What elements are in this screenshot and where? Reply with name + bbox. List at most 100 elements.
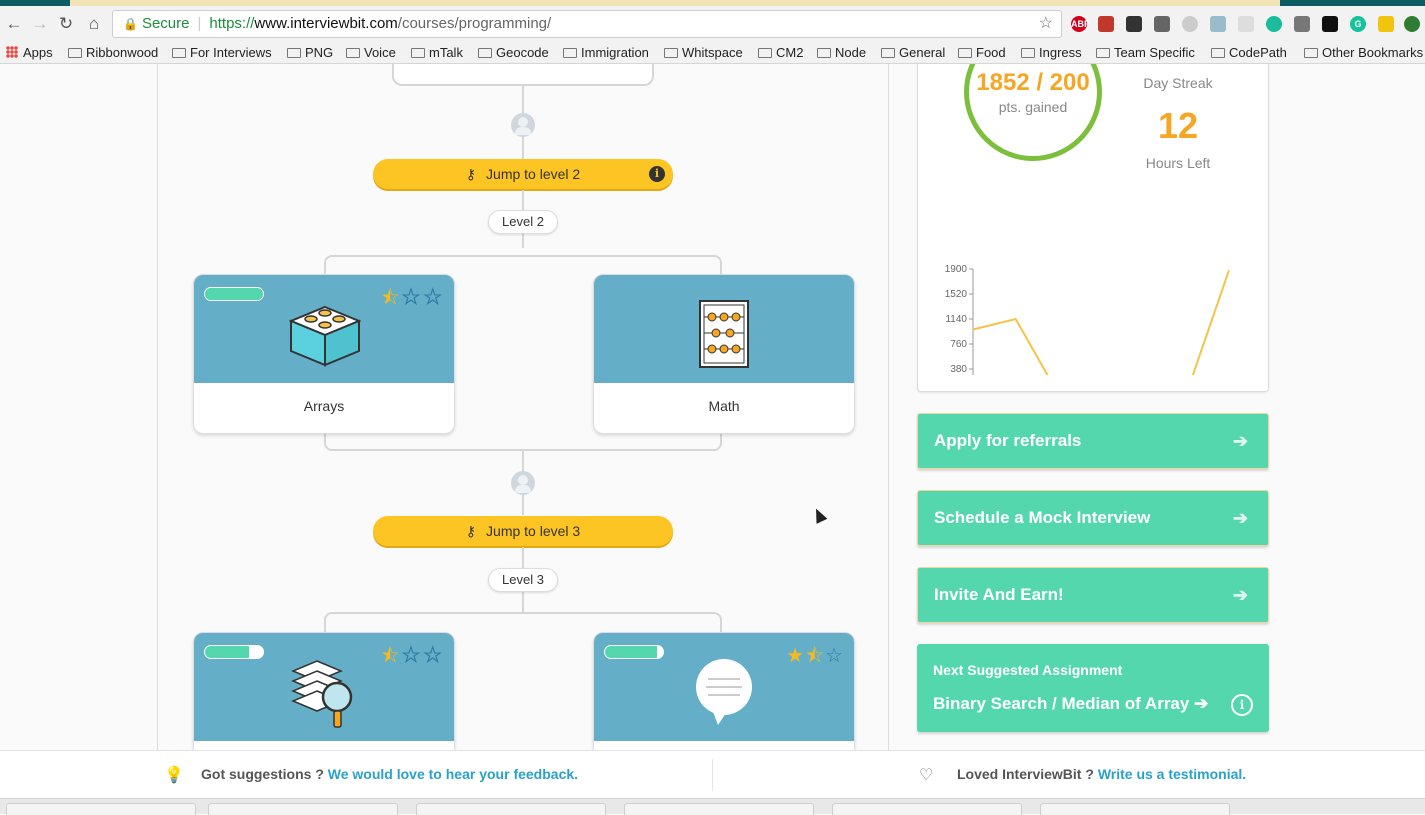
apply-referrals-button[interactable]: Apply for referrals ➔: [917, 413, 1269, 469]
forward-icon[interactable]: →: [30, 14, 50, 34]
empty-star-icon: ☆: [825, 645, 844, 667]
card-label: Arrays: [303, 398, 345, 414]
arrow-right-icon: ➔: [1232, 585, 1248, 605]
bookmark-png[interactable]: PNG: [287, 44, 333, 62]
bookmark-apps[interactable]: Apps: [6, 44, 53, 62]
bookmark-cm2[interactable]: CM2: [758, 44, 803, 62]
grammarly-icon[interactable]: G: [1350, 16, 1366, 32]
extension-grey-icon[interactable]: [1182, 16, 1198, 32]
feedback-footer: 💡 Got suggestions ? We would love to hea…: [0, 750, 1425, 798]
download-item[interactable]: [416, 803, 606, 815]
dropbox-icon[interactable]: [1210, 16, 1226, 32]
extension-dark-icon[interactable]: [1322, 16, 1338, 32]
bookmark-ribbonwood[interactable]: Ribbonwood: [68, 44, 158, 62]
progress-bar: [604, 645, 664, 659]
bookmark-other[interactable]: Other Bookmarks: [1304, 44, 1423, 62]
bookmark-for-interviews[interactable]: For Interviews: [172, 44, 272, 62]
chart-series: [972, 269, 1230, 375]
download-item[interactable]: [832, 803, 1022, 815]
extension-b-icon[interactable]: [1238, 16, 1254, 32]
bookmark-label: For Interviews: [190, 45, 272, 60]
bookmark-label: Immigration: [581, 45, 649, 60]
bookmark-node[interactable]: Node: [817, 44, 866, 62]
download-item[interactable]: [1040, 803, 1230, 815]
download-item[interactable]: [208, 803, 398, 815]
bookmark-ingress[interactable]: Ingress: [1021, 44, 1082, 62]
bookmarks-bar: Apps Ribbonwood For Interviews PNG Voice…: [0, 42, 1425, 64]
back-icon[interactable]: ←: [4, 14, 24, 34]
url-scheme: https://: [209, 15, 255, 32]
extension-m-icon[interactable]: [1266, 16, 1282, 32]
bookmark-star-icon[interactable]: ☆: [1039, 11, 1053, 37]
invite-and-earn-button[interactable]: Invite And Earn! ➔: [917, 567, 1269, 623]
half-star-icon: ⯪: [380, 287, 401, 309]
extension-green-icon[interactable]: [1404, 16, 1420, 32]
bookmark-immigration[interactable]: Immigration: [563, 44, 649, 62]
button-label: Invite And Earn!: [934, 585, 1064, 604]
qr-code-icon[interactable]: [1154, 16, 1170, 32]
testimonial-prompt: Loved InterviewBit ? Write us a testimon…: [957, 766, 1246, 782]
download-item[interactable]: [624, 803, 814, 815]
bookmark-voice[interactable]: Voice: [346, 44, 396, 62]
empty-star-icon: ☆: [422, 645, 444, 667]
folder-icon: [346, 48, 360, 58]
star-rating: ⯪☆☆: [381, 641, 444, 675]
bookmark-whitspace[interactable]: Whitspace: [664, 44, 743, 62]
bookmark-food[interactable]: Food: [958, 44, 1006, 62]
next-suggested-assignment[interactable]: Next Suggested Assignment Binary Search …: [917, 644, 1269, 732]
card-label: Math: [708, 398, 740, 414]
bookmark-label: PNG: [305, 45, 334, 60]
card-header: ⯪☆☆: [194, 275, 454, 383]
lightbulb-icon: 💡: [164, 767, 184, 784]
progress-fill: [605, 646, 658, 658]
bookmark-team-specific[interactable]: Team Specific: [1096, 44, 1195, 62]
star-rating: ★⯪☆: [786, 641, 844, 675]
evernote-icon[interactable]: [1126, 16, 1142, 32]
info-icon[interactable]: i: [649, 166, 665, 182]
bookmark-label: Node: [835, 45, 867, 60]
home-icon[interactable]: ⌂: [84, 14, 104, 34]
topic-card-arrays[interactable]: ⯪☆☆ Arrays: [193, 274, 455, 434]
topic-card-strings[interactable]: ★⯪☆: [593, 632, 855, 750]
extension-box-icon[interactable]: [1294, 16, 1310, 32]
folder-icon: [478, 48, 492, 58]
address-bar[interactable]: 🔒 Secure | https://www.interviewbit.com/cou…: [112, 10, 1062, 38]
suggestion-heading: Next Suggested Assignment: [933, 662, 1123, 678]
level-2-label: Level 2: [488, 210, 558, 234]
testimonial-link[interactable]: Write us a testimonial.: [1098, 766, 1246, 782]
topic-card-searching[interactable]: ⯪☆☆: [193, 632, 455, 750]
adblock-icon[interactable]: ABP: [1071, 16, 1090, 32]
lock-icon: 🔒: [123, 17, 138, 31]
key-icon: ⚷: [465, 166, 477, 182]
info-icon[interactable]: i: [1231, 694, 1253, 716]
bookmark-general[interactable]: General: [881, 44, 945, 62]
y-tick-label: 1140: [945, 314, 967, 325]
chart-ticks: 1900152011407603800SunMonTueWedThuFriSat: [945, 264, 973, 375]
progress-bar: [204, 287, 264, 301]
folder-icon: [1096, 48, 1110, 58]
half-star-icon: ⯪: [380, 645, 401, 667]
bookmark-geocode[interactable]: Geocode: [478, 44, 549, 62]
jump-to-level-2-button[interactable]: ⚷ Jump to level 2 i: [373, 159, 673, 189]
bookmark-mtalk[interactable]: mTalk: [411, 44, 463, 62]
schedule-mock-interview-button[interactable]: Schedule a Mock Interview ➔: [917, 490, 1269, 546]
arrow-right-icon: ➔: [1232, 431, 1248, 451]
reload-icon[interactable]: ↻: [56, 14, 76, 34]
full-star-icon: ★: [786, 645, 806, 667]
extension-red-icon[interactable]: [1098, 16, 1114, 32]
feedback-link[interactable]: We would love to hear your feedback.: [328, 766, 578, 782]
topic-card-math[interactable]: Math: [593, 274, 855, 434]
extension-j-icon[interactable]: [1378, 16, 1394, 32]
folder-icon: [958, 48, 972, 58]
level-3-label: Level 3: [488, 568, 558, 592]
suggestion-title[interactable]: Binary Search / Median of Array ➔: [933, 694, 1208, 714]
folder-icon: [1021, 48, 1035, 58]
star-rating: ⯪☆☆: [381, 283, 444, 317]
download-item[interactable]: [6, 803, 196, 815]
bookmark-label: mTalk: [429, 45, 463, 60]
bookmark-codepath[interactable]: CodePath: [1211, 44, 1287, 62]
bookmark-label: Voice: [364, 45, 396, 60]
bookmark-label: Food: [976, 45, 1006, 60]
jump-to-level-3-button[interactable]: ⚷ Jump to level 3: [373, 516, 673, 546]
url-host: www.interviewbit.com: [254, 15, 398, 32]
